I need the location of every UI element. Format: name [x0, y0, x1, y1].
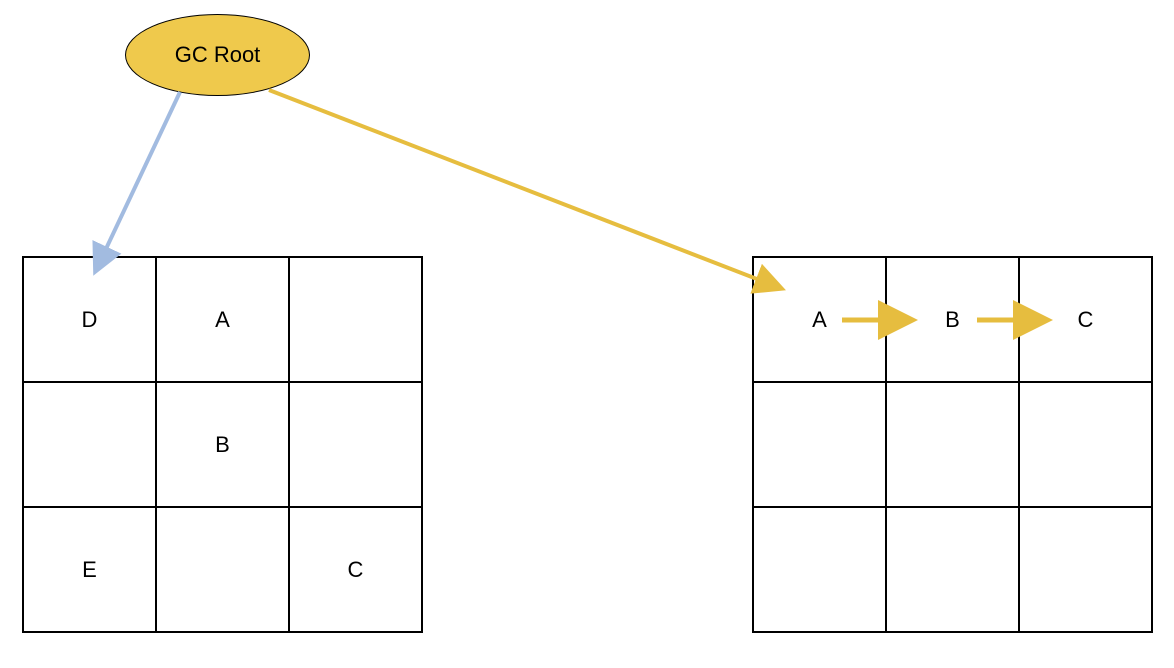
grid-cell	[23, 382, 156, 507]
grid-cell	[753, 382, 886, 507]
grid-cell: A	[156, 257, 289, 382]
grid-cell: E	[23, 507, 156, 632]
gc-root-label: GC Root	[175, 42, 261, 68]
grid-cell: D	[23, 257, 156, 382]
grid-cell	[886, 382, 1019, 507]
grid-cell	[156, 507, 289, 632]
left-memory-grid: DABE C	[22, 256, 423, 633]
right-memory-grid: ABC	[752, 256, 1153, 633]
grid-cell: B	[156, 382, 289, 507]
grid-cell	[886, 507, 1019, 632]
grid-cell: A	[753, 257, 886, 382]
grid-cell	[1019, 507, 1152, 632]
arrow-root-to-left	[96, 92, 180, 270]
grid-cell	[289, 257, 422, 382]
grid-cell	[1019, 382, 1152, 507]
grid-cell: C	[1019, 257, 1152, 382]
grid-cell	[289, 382, 422, 507]
grid-cell: C	[289, 507, 422, 632]
gc-root-node: GC Root	[125, 14, 310, 96]
grid-cell: B	[886, 257, 1019, 382]
grid-cell	[753, 507, 886, 632]
